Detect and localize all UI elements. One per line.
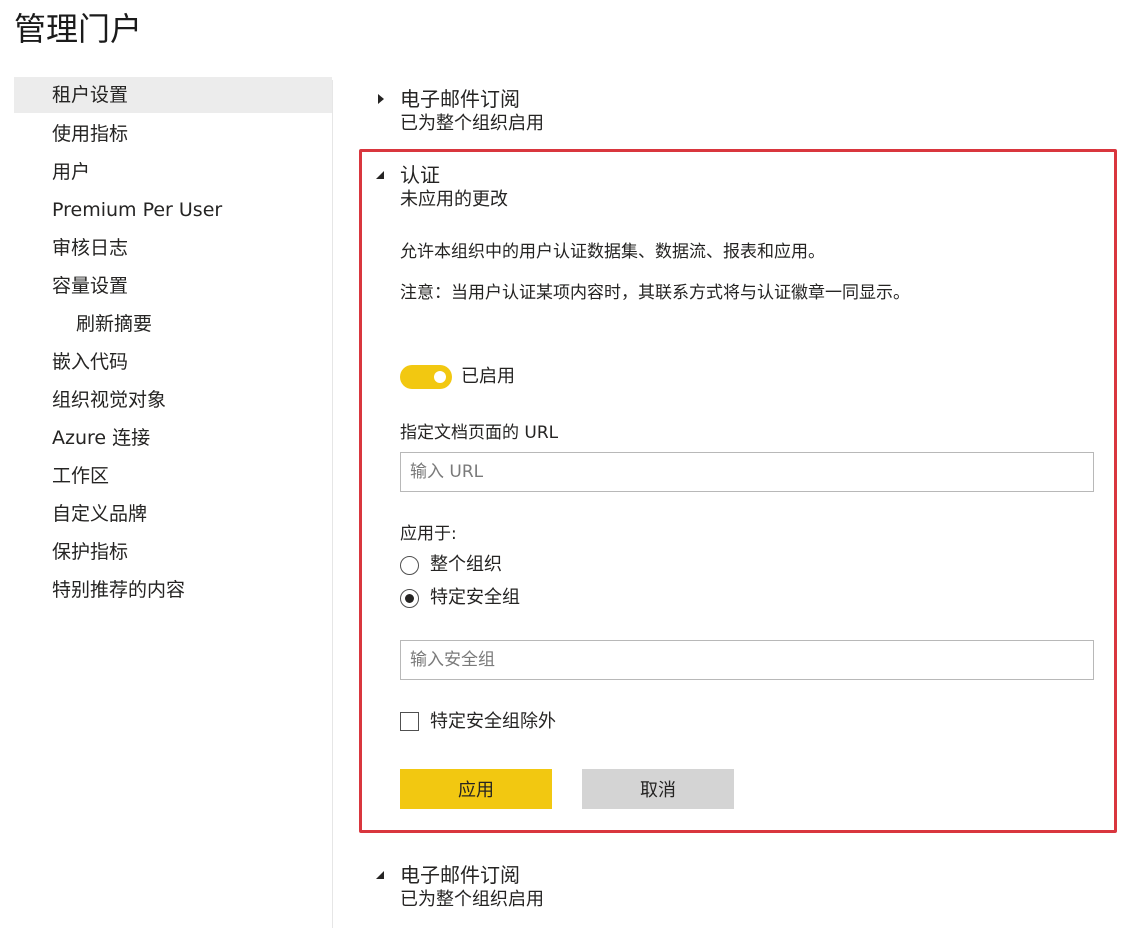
checkbox-label: 特定安全组除外 [430,711,556,732]
sidebar-item-audit-logs[interactable]: 审核日志 [14,229,332,267]
sidebar-item-usage-metrics[interactable]: 使用指标 [14,115,332,153]
caret-right-icon [378,94,384,104]
sidebar-item-organizational-visuals[interactable]: 组织视觉对象 [14,381,332,419]
section-status: 已为整个组织启用 [400,113,544,134]
section-title: 电子邮件订阅 [400,863,520,887]
certification-description: 允许本组织中的用户认证数据集、数据流、报表和应用。 [400,242,825,262]
checkbox-unchecked-icon [400,712,419,731]
caret-expanded-icon [376,171,384,179]
sidebar-divider [332,80,333,928]
security-group-input[interactable] [400,640,1094,680]
sidebar-nav: 租户设置 使用指标 用户 Premium Per User 审核日志 容量设置 … [14,77,332,609]
certification-note: 注意：当用户认证某项内容时，其联系方式将与认证徽章一同显示。 [400,283,910,303]
sidebar-item-featured-content[interactable]: 特别推荐的内容 [14,571,332,609]
url-field-label: 指定文档页面的 URL [400,423,559,443]
cancel-button[interactable]: 取消 [582,769,734,809]
radio-checked-icon [400,589,419,608]
apply-button[interactable]: 应用 [400,769,552,809]
page-title: 管理门户 [14,10,143,48]
section-title: 电子邮件订阅 [400,87,520,111]
sidebar-item-custom-branding[interactable]: 自定义品牌 [14,495,332,533]
enabled-toggle[interactable] [400,365,452,389]
sidebar-item-capacity-settings[interactable]: 容量设置 [14,267,332,305]
sidebar-item-protection-metrics[interactable]: 保护指标 [14,533,332,571]
section-status: 已为整个组织启用 [400,889,544,910]
toggle-knob [434,371,446,383]
sidebar-item-premium-per-user[interactable]: Premium Per User [14,191,332,229]
radio-unchecked-icon [400,556,419,575]
radio-label: 特定安全组 [430,587,520,608]
sidebar-item-refresh-summary[interactable]: 刷新摘要 [14,305,332,343]
toggle-label: 已启用 [461,366,515,387]
section-status: 未应用的更改 [400,189,508,210]
sidebar-item-workspaces[interactable]: 工作区 [14,457,332,495]
apply-to-label: 应用于: [400,524,457,544]
caret-expanded-icon [376,871,384,879]
sidebar-item-azure-connections[interactable]: Azure 连接 [14,419,332,457]
sidebar-item-tenant-settings[interactable]: 租户设置 [14,77,332,113]
sidebar-item-embed-codes[interactable]: 嵌入代码 [14,343,332,381]
sidebar-item-users[interactable]: 用户 [14,153,332,191]
section-title: 认证 [400,163,440,187]
radio-label: 整个组织 [430,554,502,575]
url-input[interactable] [400,452,1094,492]
